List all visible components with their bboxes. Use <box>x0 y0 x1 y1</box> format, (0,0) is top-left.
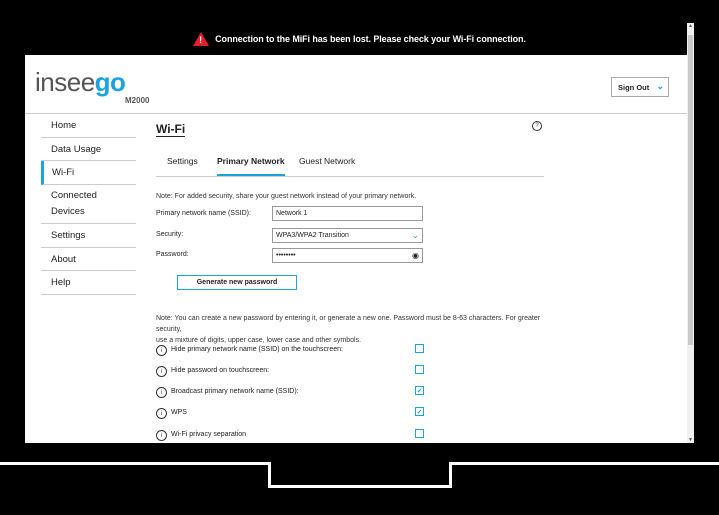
warning-icon: ! <box>193 32 210 46</box>
checkbox-hide-ssid[interactable] <box>415 344 424 353</box>
info-icon[interactable]: i <box>156 366 167 377</box>
alert-text: Connection to the MiFi has been lost. Pl… <box>215 34 526 44</box>
scrollbar[interactable]: ▲ ▼ <box>687 23 694 443</box>
scroll-up-icon[interactable]: ▲ <box>687 23 694 29</box>
checkbox-broadcast-ssid[interactable]: ✓ <box>415 386 424 395</box>
tab-primary-network[interactable]: Primary Network <box>217 156 285 176</box>
password-note: Note: You can create a new password by e… <box>156 315 541 344</box>
chevron-down-icon: ⌄ <box>411 230 419 240</box>
sidebar-item-settings[interactable]: Settings <box>41 224 136 248</box>
sign-out-dropdown[interactable]: Sign Out ⌄ <box>611 77 669 97</box>
info-icon[interactable]: i <box>156 387 167 398</box>
page-title: Wi-Fi <box>156 122 186 137</box>
checkbox-hide-password[interactable] <box>415 365 424 374</box>
sidebar-item-home[interactable]: Home <box>41 114 136 138</box>
device-notch <box>268 462 452 488</box>
sidebar-item-help[interactable]: Help <box>41 271 136 295</box>
scroll-thumb[interactable] <box>688 35 693 345</box>
connection-alert: ! Connection to the MiFi has been lost. … <box>25 23 694 55</box>
sidebar-item-wifi[interactable]: Wi-Fi <box>41 161 136 185</box>
option-privacy-separation: i Wi-Fi privacy separation <box>156 429 426 442</box>
info-icon[interactable]: i <box>156 408 167 419</box>
eye-icon[interactable]: ◉ <box>412 251 419 260</box>
model-label: M2000 <box>125 96 150 105</box>
generate-password-button[interactable]: Generate new password <box>177 275 297 290</box>
security-note: Note: For added security, share your gue… <box>156 193 417 200</box>
header: inseego M2000 <box>25 55 694 114</box>
password-input[interactable]: •••••••• ◉ <box>272 248 423 263</box>
sidebar-item-connected-devices[interactable]: Connected Devices <box>41 185 136 224</box>
scroll-down-icon[interactable]: ▼ <box>687 437 694 443</box>
tab-settings[interactable]: Settings <box>167 156 198 166</box>
sign-out-label: Sign Out <box>618 82 650 92</box>
option-hide-password: i Hide password on touchscreen: <box>156 365 426 378</box>
sidebar-item-data-usage[interactable]: Data Usage <box>41 138 136 161</box>
checkbox-privacy-separation[interactable] <box>415 429 424 438</box>
chevron-down-icon: ⌄ <box>656 81 664 91</box>
option-broadcast-ssid: i Broadcast primary network name (SSID):… <box>156 386 426 399</box>
inseego-logo: inseego <box>35 67 126 97</box>
ssid-input[interactable]: Network 1 <box>272 206 423 221</box>
tab-guest-network[interactable]: Guest Network <box>299 156 355 166</box>
option-wps: i WPS ✓ <box>156 407 426 420</box>
security-label: Security: <box>156 231 184 238</box>
ssid-label: Primary network name (SSID): <box>156 210 251 217</box>
info-icon[interactable]: i <box>156 345 167 356</box>
security-select[interactable]: WPA3/WPA2 Transition ⌄ <box>272 228 423 243</box>
help-icon[interactable]: ? <box>532 121 542 131</box>
checkbox-wps[interactable]: ✓ <box>415 407 424 416</box>
info-icon[interactable]: i <box>156 430 167 441</box>
tab-bar: Settings Primary Network Guest Network <box>156 152 544 177</box>
sidebar: Home Data Usage Wi-Fi Connected Devices … <box>41 114 136 295</box>
sidebar-item-about[interactable]: About <box>41 248 136 271</box>
password-label: Password: <box>156 251 189 258</box>
option-hide-ssid: i Hide primary network name (SSID) on th… <box>156 344 426 357</box>
browser-screen: ! Connection to the MiFi has been lost. … <box>25 23 694 443</box>
